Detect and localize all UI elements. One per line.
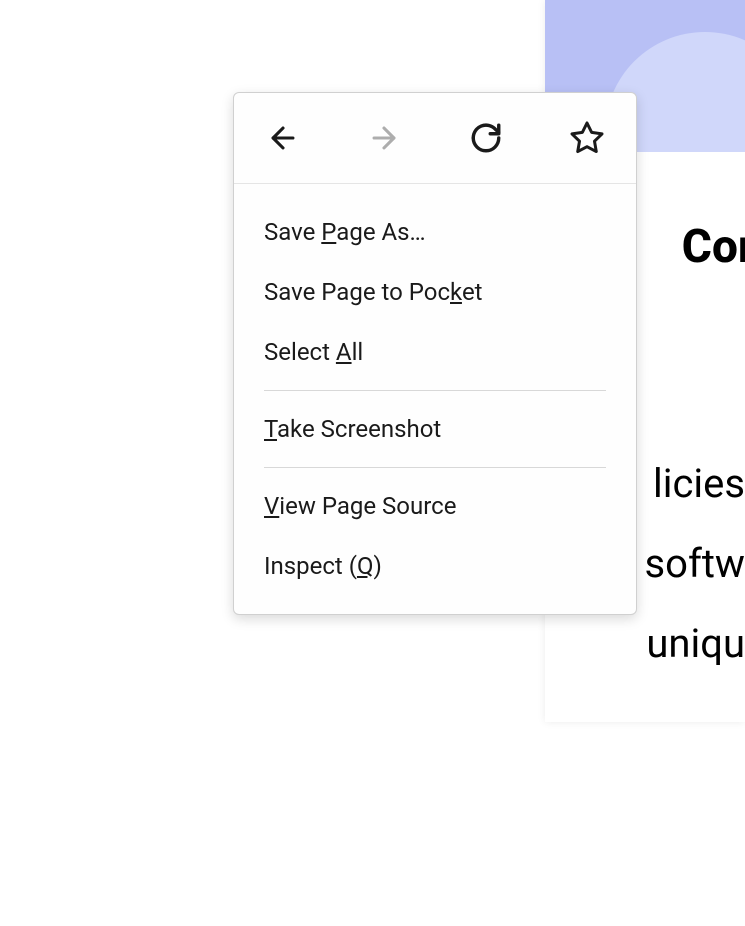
back-button[interactable]	[264, 119, 302, 157]
menu-item-text: Inspect (	[264, 552, 357, 580]
menu-item-text: P	[321, 218, 336, 246]
menu-item-text: V	[264, 492, 279, 520]
reload-button[interactable]	[467, 119, 505, 157]
menu-separator	[264, 467, 606, 468]
menu-view-page-source[interactable]: View Page Source	[234, 476, 636, 536]
menu-item-text: Save	[264, 218, 321, 246]
menu-item-text: Save Page to Poc	[264, 278, 450, 306]
background-heading: Cor	[682, 220, 745, 274]
back-arrow-icon	[266, 121, 300, 155]
bookmark-button[interactable]	[568, 119, 606, 157]
background-text-line-3: uniqu	[646, 620, 745, 667]
menu-inspect[interactable]: Inspect (Q)	[234, 536, 636, 596]
context-menu-toolbar	[234, 93, 636, 184]
menu-item-text: Q	[357, 552, 374, 580]
menu-item-text: iew Page Source	[279, 492, 456, 520]
menu-item-text: )	[373, 552, 381, 580]
menu-item-text: age As…	[336, 218, 425, 246]
reload-icon	[469, 121, 503, 155]
menu-item-text: Select	[264, 338, 336, 366]
menu-item-text: k	[450, 278, 462, 306]
context-menu-items: Save Page As…Save Page to PocketSelect A…	[234, 184, 636, 614]
star-icon	[569, 120, 605, 156]
menu-select-all[interactable]: Select All	[234, 322, 636, 382]
background-text-line-2: softw	[644, 540, 745, 587]
forward-button	[365, 119, 403, 157]
menu-separator	[264, 390, 606, 391]
menu-save-page-as[interactable]: Save Page As…	[234, 202, 636, 262]
background-text-line-1: licies	[653, 460, 745, 507]
menu-item-text: et	[462, 278, 483, 306]
menu-item-text: ll	[352, 338, 364, 366]
forward-arrow-icon	[367, 121, 401, 155]
menu-take-screenshot[interactable]: Take Screenshot	[234, 399, 636, 459]
context-menu: Save Page As…Save Page to PocketSelect A…	[233, 92, 637, 615]
menu-save-to-pocket[interactable]: Save Page to Pocket	[234, 262, 636, 322]
menu-item-text: A	[336, 338, 352, 366]
menu-item-text: ake Screenshot	[277, 415, 441, 443]
menu-item-text: T	[264, 415, 277, 443]
